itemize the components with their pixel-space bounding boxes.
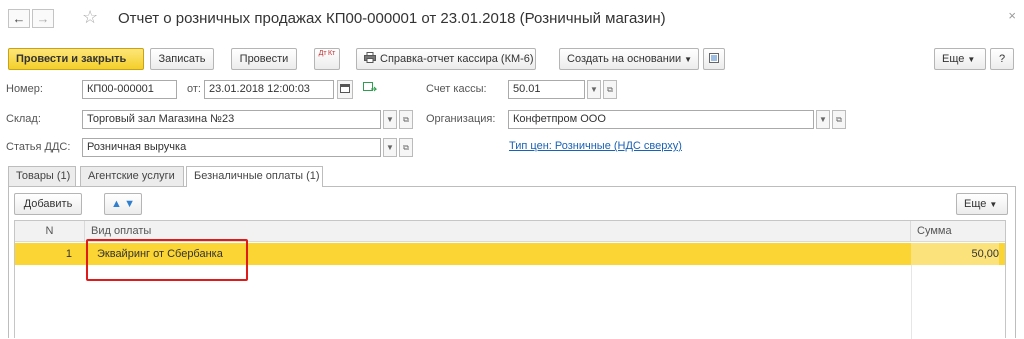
open-icon[interactable]: ⧉ — [832, 110, 846, 129]
create-based-on-button[interactable]: Создать на основании ▼ — [559, 48, 699, 70]
add-button[interactable]: Добавить — [14, 193, 82, 215]
dds-field[interactable]: Розничная выручка — [82, 138, 381, 157]
document-structure-icon — [709, 53, 719, 63]
star-icon[interactable]: ☆ — [82, 7, 98, 28]
chevron-down-icon: ▼ — [967, 55, 976, 64]
row-amount[interactable]: 50,00 — [911, 243, 999, 265]
tab-agent-services[interactable]: Агентские услуги — [80, 166, 184, 186]
chevron-down-icon[interactable]: ▼ — [587, 80, 601, 99]
refresh-date-icon[interactable] — [363, 82, 378, 97]
table-more-button[interactable]: Еще ▼ — [956, 193, 1008, 215]
tab-cashless-payments[interactable]: Безналичные оплаты (1) — [186, 166, 323, 187]
printer-icon — [364, 52, 376, 63]
tab-goods[interactable]: Товары (1) — [8, 166, 76, 186]
open-icon[interactable]: ⧉ — [399, 138, 413, 157]
dds-label: Статья ДДС: — [6, 141, 71, 153]
arrow-down-icon[interactable]: ▼ — [124, 198, 135, 210]
open-icon[interactable]: ⧉ — [399, 110, 413, 129]
table-more-label: Еще — [964, 198, 987, 210]
arrow-left-icon: ← — [12, 11, 26, 26]
more-label: Еще — [942, 53, 965, 65]
highlight-annotation — [86, 239, 248, 281]
post-button[interactable]: Провести — [231, 48, 297, 70]
chevron-down-icon[interactable]: ▼ — [383, 138, 397, 157]
close-icon[interactable]: × — [1008, 8, 1016, 23]
back-button[interactable]: ← — [8, 9, 30, 28]
chevron-down-icon: ▼ — [989, 200, 998, 209]
move-buttons[interactable]: ▲ ▼ — [104, 193, 142, 215]
number-label: Номер: — [6, 83, 43, 95]
save-button[interactable]: Записать — [150, 48, 214, 70]
number-field[interactable]: КП00-000001 — [82, 80, 177, 99]
column-header-amount[interactable]: Сумма — [911, 221, 1005, 242]
chevron-down-icon[interactable]: ▼ — [816, 110, 830, 129]
post-and-close-button[interactable]: Провести и закрыть — [8, 48, 144, 70]
date-label: от: — [187, 83, 201, 95]
structure-button[interactable] — [703, 48, 725, 70]
create-based-on-label: Создать на основании — [567, 53, 682, 65]
arrow-right-icon: → — [36, 11, 50, 26]
page-title: Отчет о розничных продажах КП00-000001 о… — [118, 10, 666, 27]
calendar-icon[interactable] — [337, 80, 353, 99]
column-divider — [911, 265, 912, 339]
date-field[interactable]: 23.01.2018 12:00:03 — [204, 80, 334, 99]
price-type-link[interactable]: Тип цен: Розничные (НДС сверху) — [509, 140, 682, 152]
column-header-n[interactable]: N — [15, 221, 85, 242]
account-field[interactable]: 50.01 — [508, 80, 585, 99]
cashier-report-label: Справка-отчет кассира (КМ-6) — [380, 53, 534, 65]
chevron-down-icon[interactable]: ▼ — [383, 110, 397, 129]
cashier-report-button[interactable]: Справка-отчет кассира (КМ-6) — [356, 48, 536, 70]
forward-button[interactable]: → — [32, 9, 54, 28]
chevron-down-icon: ▼ — [684, 55, 693, 64]
organization-field[interactable]: Конфетпром ООО — [508, 110, 814, 129]
arrow-up-icon[interactable]: ▲ — [111, 198, 122, 210]
help-button[interactable]: ? — [990, 48, 1014, 70]
warehouse-label: Склад: — [6, 113, 41, 125]
row-number: 1 — [65, 248, 72, 260]
more-menu-button[interactable]: Еще ▼ — [934, 48, 986, 70]
account-label: Счет кассы: — [426, 83, 487, 95]
dt-kt-icon: Дт Кт — [318, 50, 336, 57]
dt-kt-button[interactable]: Дт Кт — [314, 48, 340, 70]
organization-label: Организация: — [426, 113, 496, 125]
open-icon[interactable]: ⧉ — [603, 80, 617, 99]
warehouse-field[interactable]: Торговый зал Магазина №23 — [82, 110, 381, 129]
